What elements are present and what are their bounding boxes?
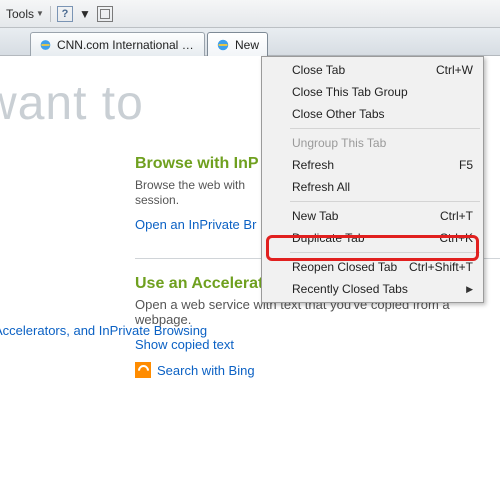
ctx-refresh[interactable]: Refresh F5: [264, 154, 481, 176]
search-with-bing-link[interactable]: Search with Bing: [135, 362, 500, 378]
ie-favicon-icon: [216, 38, 230, 52]
ctx-refresh-all[interactable]: Refresh All: [264, 176, 481, 198]
tab-context-menu: Close Tab Ctrl+W Close This Tab Group Clo…: [261, 56, 484, 303]
label: Refresh: [292, 158, 334, 172]
label: Reopen Closed Tab: [292, 260, 397, 274]
label: Close Tab: [292, 63, 345, 77]
tools-menu-button[interactable]: Tools ▼: [6, 7, 44, 21]
tab-title: CNN.com International - B...: [57, 38, 196, 52]
label: Duplicate Tab: [292, 231, 365, 245]
label: Refresh All: [292, 180, 350, 194]
label: Ungroup This Tab: [292, 136, 386, 150]
text: session.: [135, 193, 179, 207]
tab-cnn[interactable]: CNN.com International - B...: [30, 32, 205, 56]
ctx-reopen-closed-tab[interactable]: Reopen Closed Tab Ctrl+Shift+T: [264, 256, 481, 278]
shortcut: Ctrl+K: [439, 231, 473, 245]
label: Recently Closed Tabs: [292, 282, 408, 296]
submenu-arrow-icon: ▶: [466, 284, 473, 295]
footer-link[interactable]: Accelerators, and InPrivate Browsing: [0, 323, 207, 338]
ctx-recently-closed-tabs[interactable]: Recently Closed Tabs ▶: [264, 278, 481, 300]
help-icon[interactable]: ?: [57, 6, 73, 22]
chevron-down-icon[interactable]: ▼: [79, 7, 91, 21]
toolbar-separator: [50, 6, 51, 22]
bing-icon: [135, 362, 151, 378]
label: Close Other Tabs: [292, 107, 385, 121]
shortcut: Ctrl+Shift+T: [409, 260, 473, 274]
ie-favicon-icon: [39, 38, 52, 52]
ctx-close-tab[interactable]: Close Tab Ctrl+W: [264, 59, 481, 81]
ctx-ungroup-tab: Ungroup This Tab: [264, 132, 481, 154]
shortcut: Ctrl+W: [436, 63, 473, 77]
tab-new[interactable]: New: [207, 32, 268, 56]
ctx-new-tab[interactable]: New Tab Ctrl+T: [264, 205, 481, 227]
tab-title: New: [235, 38, 259, 52]
shortcut: Ctrl+T: [440, 209, 473, 223]
label: New Tab: [292, 209, 338, 223]
chevron-down-icon: ▼: [36, 9, 44, 18]
tab-strip: CNN.com International - B... New: [0, 28, 500, 56]
ctx-duplicate-tab[interactable]: Duplicate Tab Ctrl+K: [264, 227, 481, 249]
ctx-close-tab-group[interactable]: Close This Tab Group: [264, 81, 481, 103]
label: Close This Tab Group: [292, 85, 408, 99]
menu-separator: [290, 252, 480, 253]
show-copied-text-link[interactable]: Show copied text: [135, 337, 234, 352]
open-inprivate-link[interactable]: Open an InPrivate Br: [135, 217, 256, 232]
shortcut: F5: [459, 158, 473, 172]
command-bar: Tools ▼ ? ▼: [0, 0, 500, 28]
text: Browse the web with: [135, 178, 245, 192]
menu-separator: [290, 201, 480, 202]
bing-label: Search with Bing: [157, 363, 255, 378]
menu-separator: [290, 128, 480, 129]
ctx-close-other-tabs[interactable]: Close Other Tabs: [264, 103, 481, 125]
developer-tools-icon[interactable]: [97, 6, 113, 22]
tools-label: Tools: [6, 7, 34, 21]
